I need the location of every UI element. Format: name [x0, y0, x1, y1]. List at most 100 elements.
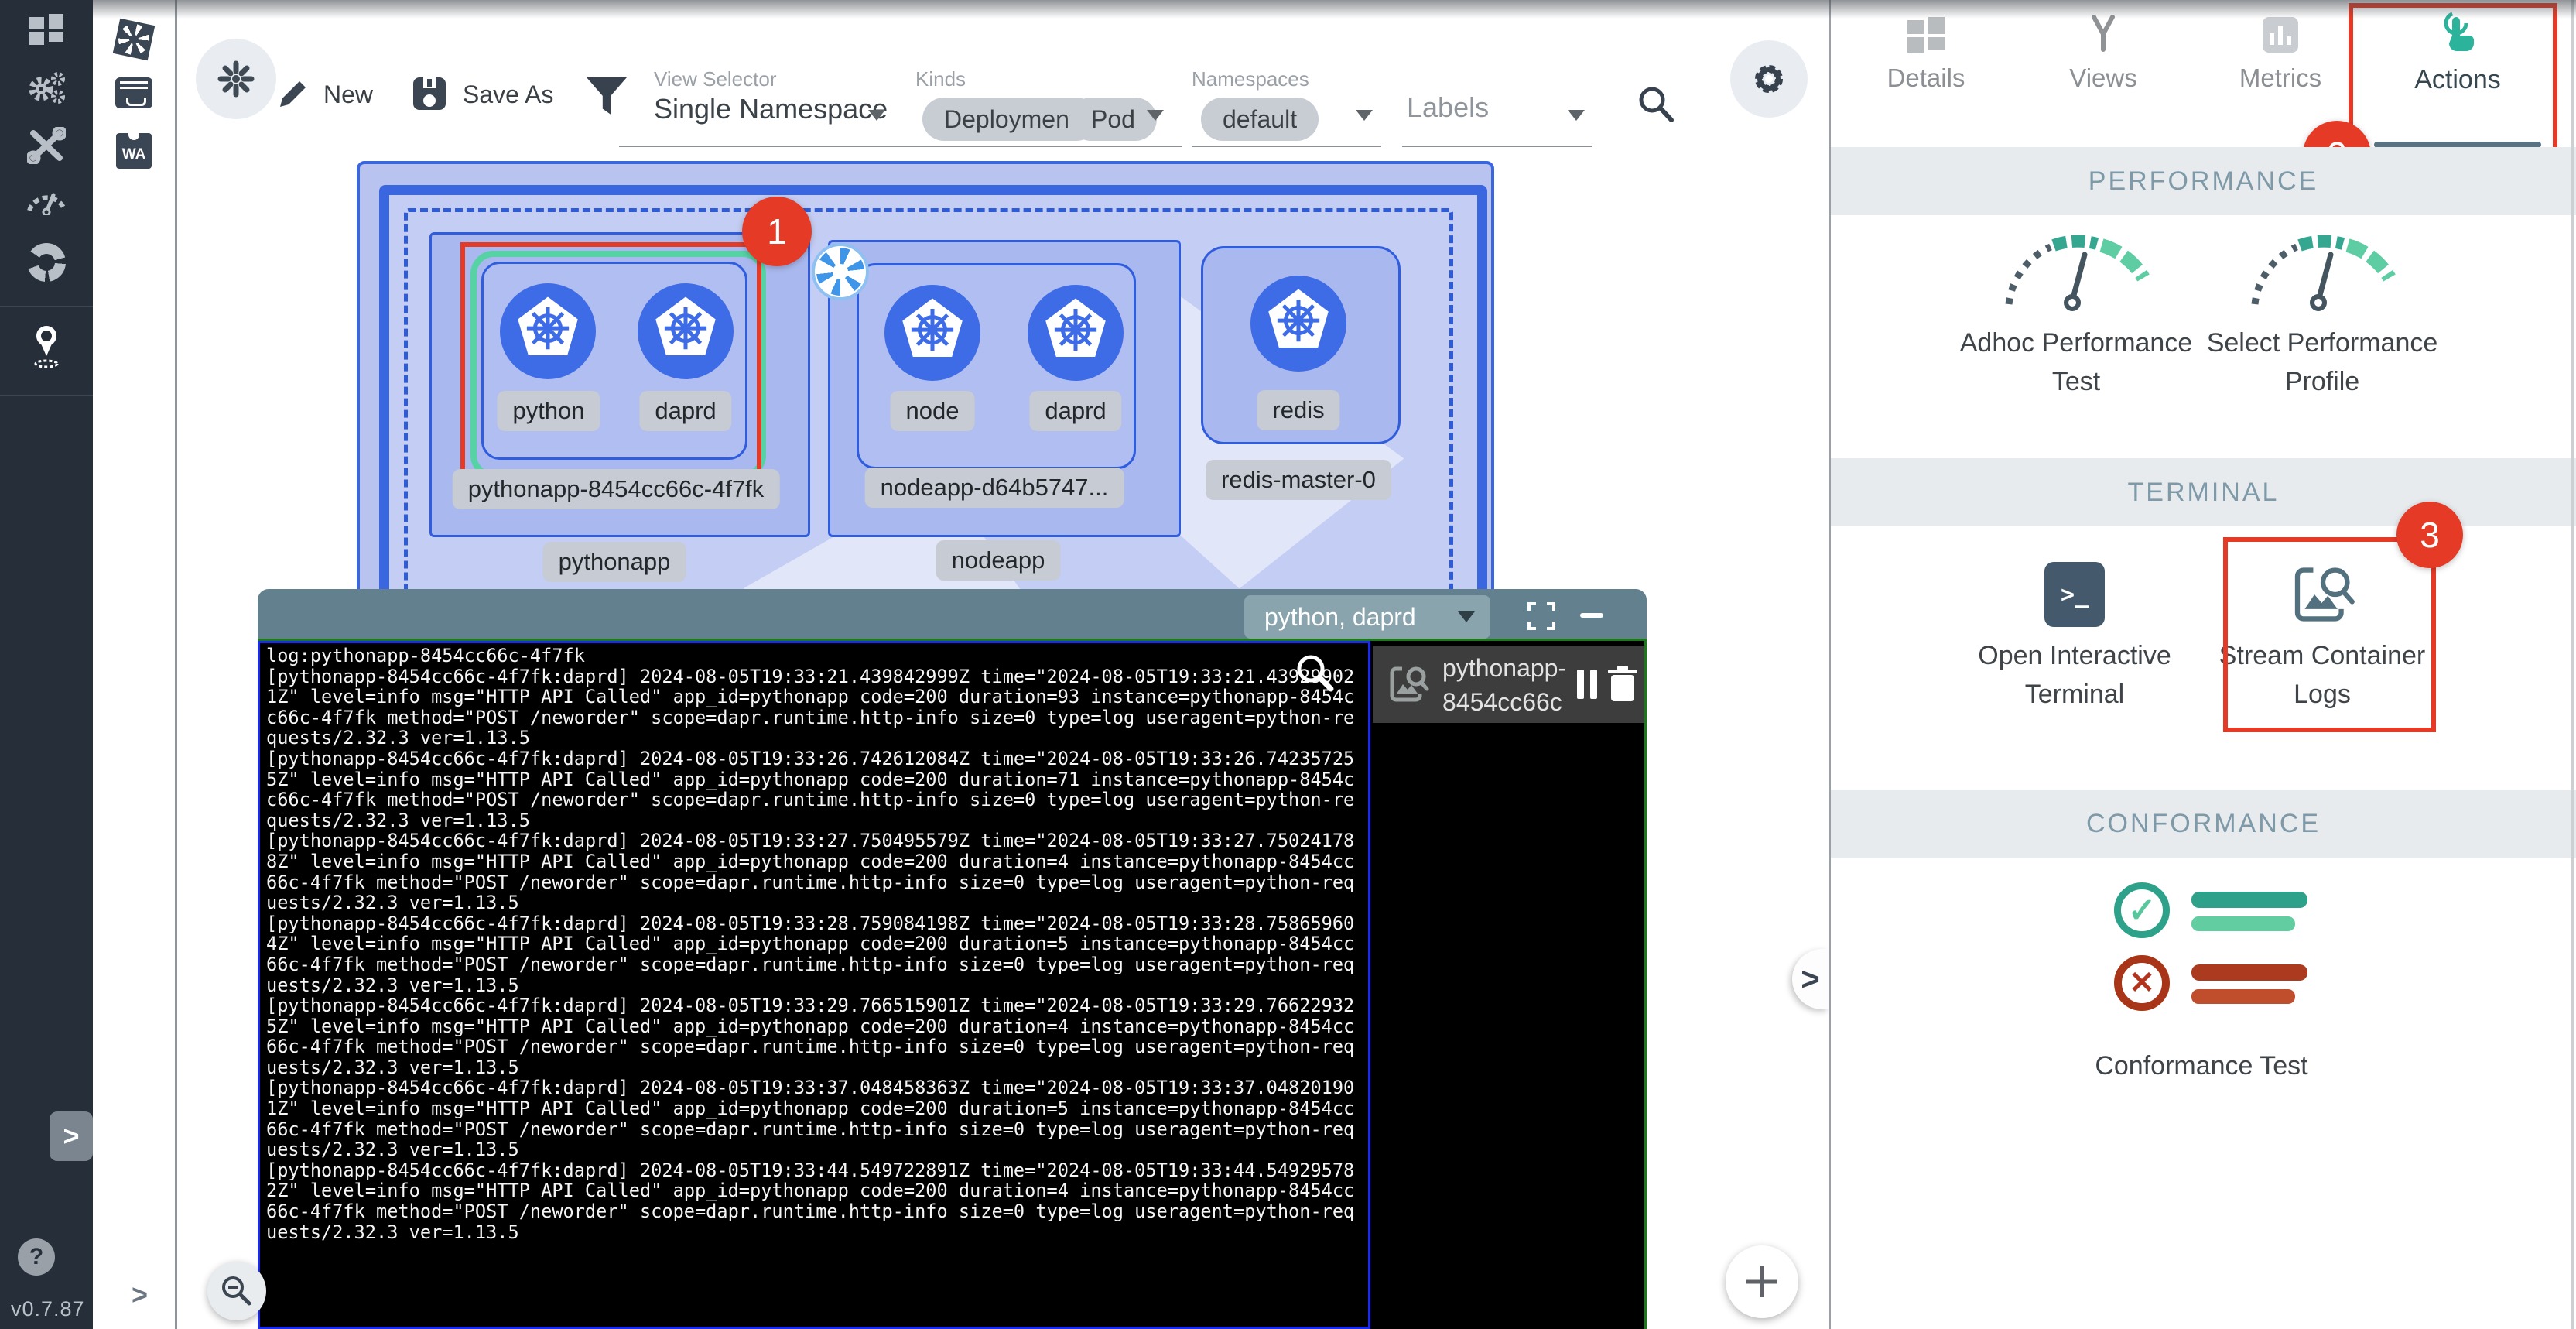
spinner-swirl-icon[interactable]: [113, 19, 156, 61]
stream-name-line1: pythonapp-: [1442, 651, 1566, 685]
stream-logs-icon: [1387, 663, 1430, 710]
terminal-container-selector[interactable]: python, daprd: [1244, 595, 1490, 639]
deployment-label: nodeapp: [936, 540, 1061, 581]
container-daprd-icon[interactable]: [638, 283, 734, 379]
right-panel: Details Views Metrics: [1831, 0, 2576, 1329]
adhoc-performance-icon[interactable]: [1995, 230, 2157, 315]
action-open-interactive-terminal[interactable]: Open Interactive Terminal: [1947, 636, 2202, 714]
filter-funnel-icon[interactable]: [587, 77, 627, 118]
namespaces-caret-icon[interactable]: [1356, 110, 1373, 121]
terminal-minimize-icon[interactable]: [1580, 613, 1603, 618]
panel-collapse-button[interactable]: >: [1792, 949, 1829, 1009]
kinds-caret-icon[interactable]: [1147, 110, 1164, 121]
log-line: [pythonapp-8454cc66c-4f7fk:daprd] 2024-0…: [266, 1160, 1362, 1242]
log-output[interactable]: log:pythonapp-8454cc66c-4f7fk[pythonapp-…: [258, 641, 1370, 1329]
new-button[interactable]: [275, 77, 310, 111]
inbox-tray-icon[interactable]: [115, 77, 152, 108]
add-button[interactable]: [1726, 1245, 1798, 1318]
view-selector-label: View Selector: [654, 67, 777, 91]
webassembly-label: WA: [122, 146, 146, 163]
delete-stream-icon[interactable]: [1606, 666, 1639, 707]
conformance-test-icon[interactable]: ✓ ✕: [2114, 882, 2315, 1022]
rail-divider: [0, 395, 93, 396]
terminal-selector-value: python, daprd: [1264, 603, 1416, 632]
terminal-selector-caret-icon: [1458, 611, 1475, 622]
tab-metrics[interactable]: Metrics: [2191, 0, 2369, 116]
zoom-out-icon: [220, 1274, 254, 1308]
open-terminal-icon[interactable]: >_: [2044, 562, 2105, 627]
pause-stream-icon[interactable]: [1577, 670, 1603, 703]
section-conformance-header: CONFORMANCE: [1831, 790, 2576, 858]
metrics-icon: [2263, 17, 2298, 53]
tab-details-label: Details: [1837, 63, 2015, 93]
zoom-out-button[interactable]: [207, 1262, 266, 1320]
tab-metrics-label: Metrics: [2191, 63, 2369, 93]
view-selector-caret-icon[interactable]: [868, 110, 885, 121]
container-label: redis: [1257, 390, 1339, 430]
section-terminal-header: TERMINAL: [1831, 458, 2576, 526]
container-node-icon[interactable]: [884, 285, 980, 381]
flower-icon: [217, 60, 255, 98]
container-label: daprd: [1029, 391, 1121, 431]
settings-gears-icon[interactable]: [26, 71, 67, 107]
tab-views-label: Views: [2014, 63, 2192, 93]
app-root: > ? v0.7.87 WA >: [0, 0, 2576, 1329]
stream-name-line2: 8454cc66c: [1442, 685, 1566, 719]
log-line: [pythonapp-8454cc66c-4f7fk:daprd] 2024-0…: [266, 831, 1362, 913]
save-as-button[interactable]: [412, 76, 447, 111]
rail-expand-button[interactable]: >: [50, 1111, 93, 1161]
plugin-rail: WA >: [93, 0, 177, 1329]
dashboard-icon[interactable]: [29, 14, 63, 45]
pod-label: pythonapp-8454cc66c-4f7fk: [453, 469, 780, 509]
terminal-fullscreen-icon[interactable]: [1527, 602, 1555, 630]
settings-button[interactable]: [1730, 40, 1808, 118]
tab-views[interactable]: Views: [2014, 0, 2192, 116]
plugin-rail-expand[interactable]: >: [132, 1279, 148, 1311]
save-icon: [412, 76, 447, 111]
annotation-step-3: 3: [2396, 502, 2463, 568]
views-icon: [2085, 14, 2122, 53]
pencil-icon: [275, 77, 310, 111]
version-label: v0.7.87: [11, 1297, 85, 1321]
container-python-icon[interactable]: [500, 283, 596, 379]
tools-icon[interactable]: [27, 127, 66, 164]
container-label: daprd: [639, 391, 731, 431]
search-icon[interactable]: [1636, 84, 1676, 124]
log-line: [pythonapp-8454cc66c-4f7fk:daprd] 2024-0…: [266, 748, 1362, 831]
action-select-performance-profile[interactable]: Select Performance Profile: [2195, 324, 2450, 401]
kinds-label: Kinds: [915, 67, 966, 91]
annotation-box-2: [2349, 3, 2557, 152]
container-label: python: [497, 391, 600, 431]
scrollbar[interactable]: [2571, 0, 2574, 1329]
kinds-chip-pod[interactable]: Pod: [1069, 98, 1157, 141]
select-performance-profile-icon[interactable]: [2241, 230, 2403, 315]
plus-icon: [1745, 1265, 1779, 1299]
namespaces-chip-default[interactable]: default: [1201, 98, 1319, 141]
action-conformance-test[interactable]: Conformance Test: [2047, 1046, 2356, 1085]
pod-label: redis-master-0: [1206, 460, 1391, 500]
view-selector-underline: [619, 146, 929, 147]
log-line: [pythonapp-8454cc66c-4f7fk:daprd] 2024-0…: [266, 666, 1362, 748]
section-performance-header: PERFORMANCE: [1831, 147, 2576, 215]
kinds-underline: [915, 146, 1182, 147]
tab-details[interactable]: Details: [1837, 0, 2015, 116]
magnifier-cursor-icon: [1294, 652, 1337, 699]
layout-button[interactable]: [196, 39, 276, 119]
labels-input[interactable]: Labels: [1407, 91, 1489, 124]
save-as-label[interactable]: Save As: [463, 80, 553, 109]
container-redis-icon[interactable]: [1250, 276, 1346, 372]
container-daprd2-icon[interactable]: [1028, 285, 1124, 381]
log-stream-entry[interactable]: pythonapp- 8454cc66c: [1373, 646, 1644, 723]
labels-caret-icon[interactable]: [1568, 110, 1585, 121]
webassembly-icon[interactable]: WA: [116, 133, 152, 169]
location-pin-icon[interactable]: [29, 325, 63, 370]
mesh-pie-icon[interactable]: [27, 243, 66, 282]
new-label[interactable]: New: [323, 80, 373, 109]
gauge-icon[interactable]: [25, 184, 68, 215]
view-selector-value[interactable]: Single Namespace: [654, 93, 888, 125]
log-line: [pythonapp-8454cc66c-4f7fk:daprd] 2024-0…: [266, 913, 1362, 995]
action-adhoc-performance-test[interactable]: Adhoc Performance Test: [1948, 324, 2204, 401]
terminal-body: log:pythonapp-8454cc66c-4f7fk[pythonapp-…: [258, 639, 1647, 1329]
help-icon[interactable]: ?: [18, 1238, 55, 1276]
log-line: log:pythonapp-8454cc66c-4f7fk: [266, 646, 1362, 666]
